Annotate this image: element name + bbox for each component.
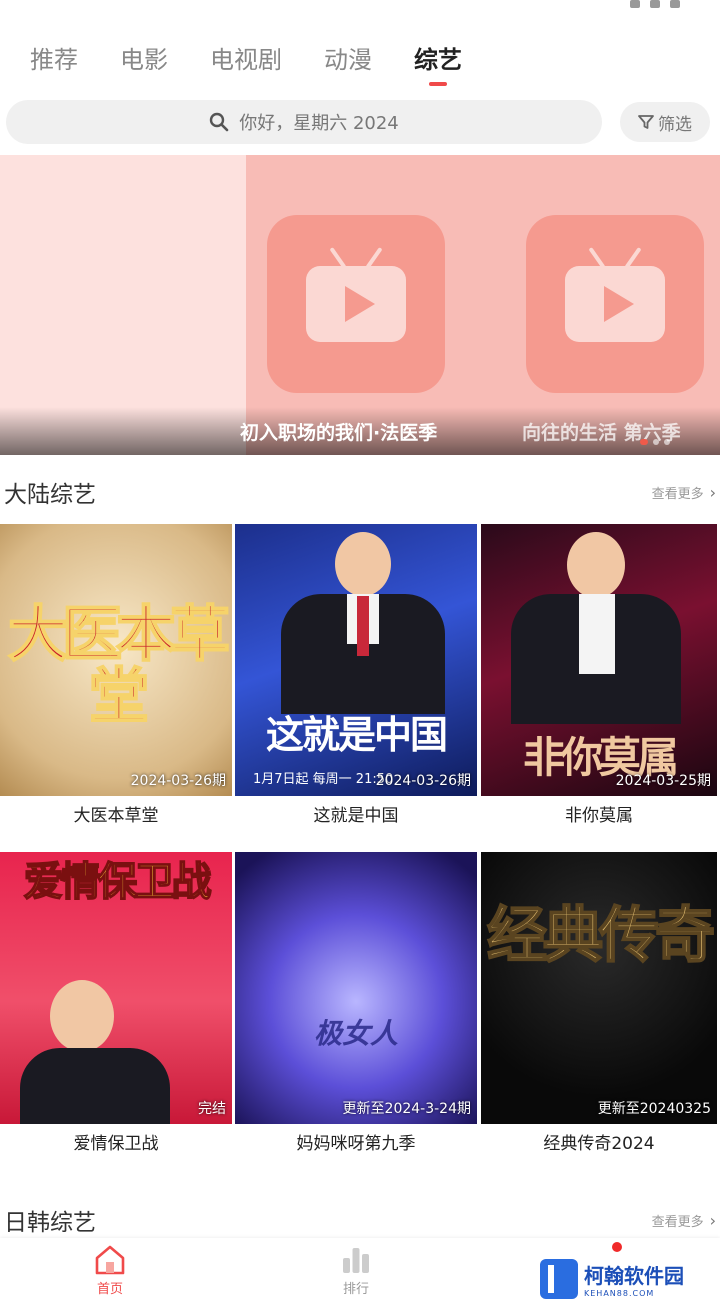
poster-title: 大医本草堂 (7, 600, 231, 732)
view-more-link[interactable]: 查看更多 › (652, 1211, 716, 1230)
status-icons (630, 0, 680, 8)
view-more-link[interactable]: 查看更多 › (652, 483, 716, 502)
tab-label: 电视剧 (210, 46, 282, 74)
tab-label: 电影 (120, 46, 168, 74)
nav-ranking[interactable]: 排行 (316, 1244, 396, 1297)
search-placeholder: 你好，星期六 2024 (239, 113, 399, 134)
show-title: 爱情保卫战 (73, 1134, 159, 1154)
watermark-url: KEHAN88.COM (584, 1289, 655, 1298)
nav-label: 排行 (342, 1282, 369, 1297)
show-poster: 非你莫属 2024-03-25期 (481, 524, 717, 796)
show-poster: 这就是中国 1月7日起 每周一 21:50 2024-03-26期 (235, 524, 477, 796)
home-icon (95, 1245, 125, 1275)
section-title: 大陆综艺 (4, 482, 96, 508)
tab-recommend[interactable]: 推荐 (30, 38, 78, 82)
signal-icon (650, 0, 660, 8)
notification-dot (612, 1242, 622, 1252)
show-title: 非你莫属 (565, 806, 633, 826)
chevron-right-icon: › (709, 1210, 716, 1230)
ranking-icon (343, 1248, 369, 1273)
episode-badge: 完结 (198, 1101, 226, 1117)
filter-button[interactable]: 筛选 (620, 102, 710, 142)
poster-title: 经典传奇 (486, 901, 716, 971)
episode-badge: 2024-03-26期 (130, 773, 226, 789)
episode-badge: 2024-03-26期 (375, 773, 471, 789)
category-tabs: 推荐 电影 电视剧 动漫 综艺 (30, 38, 504, 86)
wifi-icon (630, 0, 640, 8)
search-input[interactable]: 你好，星期六 2024 (6, 100, 602, 144)
show-card[interactable]: 非你莫属 2024-03-25期 非你莫属 (481, 524, 717, 828)
tab-variety[interactable]: 综艺 (414, 38, 462, 86)
show-card[interactable]: 爱情保卫战 完结 爱情保卫战 (0, 852, 232, 1156)
banner-placeholder-tile (526, 215, 704, 393)
show-card[interactable]: 经典传奇 更新至20240325 经典传奇2024 (481, 852, 717, 1156)
watermark-name: 柯翰软件园 (584, 1264, 684, 1288)
status-bar (0, 0, 720, 22)
search-icon (210, 112, 229, 132)
show-title: 大医本草堂 (73, 806, 159, 826)
poster-title: 这就是中国 (265, 712, 448, 757)
show-poster: 经典传奇 更新至20240325 (481, 852, 717, 1124)
carousel-indicator (640, 439, 670, 445)
banner-caption: 初入职场的我们·法医季 (240, 422, 438, 444)
show-poster: 极女人 更新至2024-3-24期 (235, 852, 477, 1124)
episode-badge: 更新至2024-3-24期 (342, 1101, 471, 1117)
tab-label: 综艺 (414, 46, 462, 74)
carousel-dot (664, 439, 670, 445)
banner-carousel[interactable]: 初入职场的我们·法医季 向往的生活 第六季 (0, 155, 720, 455)
tab-label: 动漫 (324, 46, 372, 74)
tab-label: 推荐 (30, 46, 78, 74)
watermark-logo: 柯翰软件园 KEHAN88.COM (540, 1256, 716, 1302)
view-more-label: 查看更多 (651, 1214, 704, 1230)
show-title: 经典传奇2024 (543, 1134, 655, 1154)
episode-badge: 更新至20240325 (597, 1101, 711, 1117)
nav-label: 首页 (96, 1282, 123, 1297)
filter-label: 筛选 (658, 114, 692, 135)
carousel-dot (640, 439, 648, 445)
watermark-k-icon (540, 1259, 578, 1299)
show-title: 妈妈咪呀第九季 (296, 1134, 416, 1154)
battery-icon (670, 0, 680, 8)
view-more-label: 查看更多 (651, 486, 704, 502)
tab-tv-series[interactable]: 电视剧 (210, 38, 282, 82)
poster-subtitle: 1月7日起 每周一 21:50 (253, 772, 394, 787)
tab-anime[interactable]: 动漫 (324, 38, 372, 82)
show-poster: 大医本草堂 2024-03-26期 (0, 524, 232, 796)
tv-play-icon (565, 247, 665, 342)
carousel-dot (653, 439, 659, 445)
show-card[interactable]: 大医本草堂 2024-03-26期 大医本草堂 (0, 524, 232, 828)
show-title: 这就是中国 (313, 806, 399, 826)
show-card[interactable]: 极女人 更新至2024-3-24期 妈妈咪呀第九季 (235, 852, 477, 1156)
nav-home[interactable]: 首页 (70, 1244, 150, 1297)
episode-badge: 2024-03-25期 (615, 773, 711, 789)
show-card[interactable]: 这就是中国 1月7日起 每周一 21:50 2024-03-26期 这就是中国 (235, 524, 477, 828)
tab-movie[interactable]: 电影 (120, 38, 168, 82)
show-poster: 爱情保卫战 完结 (0, 852, 232, 1124)
banner-placeholder-tile (267, 215, 445, 393)
poster-title: 极女人 (313, 1017, 398, 1050)
filter-icon (638, 115, 654, 129)
section-header: 日韩综艺 查看更多 › (4, 1200, 716, 1240)
tv-play-icon (306, 247, 406, 342)
active-tab-indicator (429, 82, 447, 86)
section-header: 大陆综艺 查看更多 › (4, 472, 716, 512)
chevron-right-icon: › (709, 482, 716, 502)
section-title: 日韩综艺 (4, 1210, 96, 1236)
poster-title: 爱情保卫战 (23, 857, 213, 906)
